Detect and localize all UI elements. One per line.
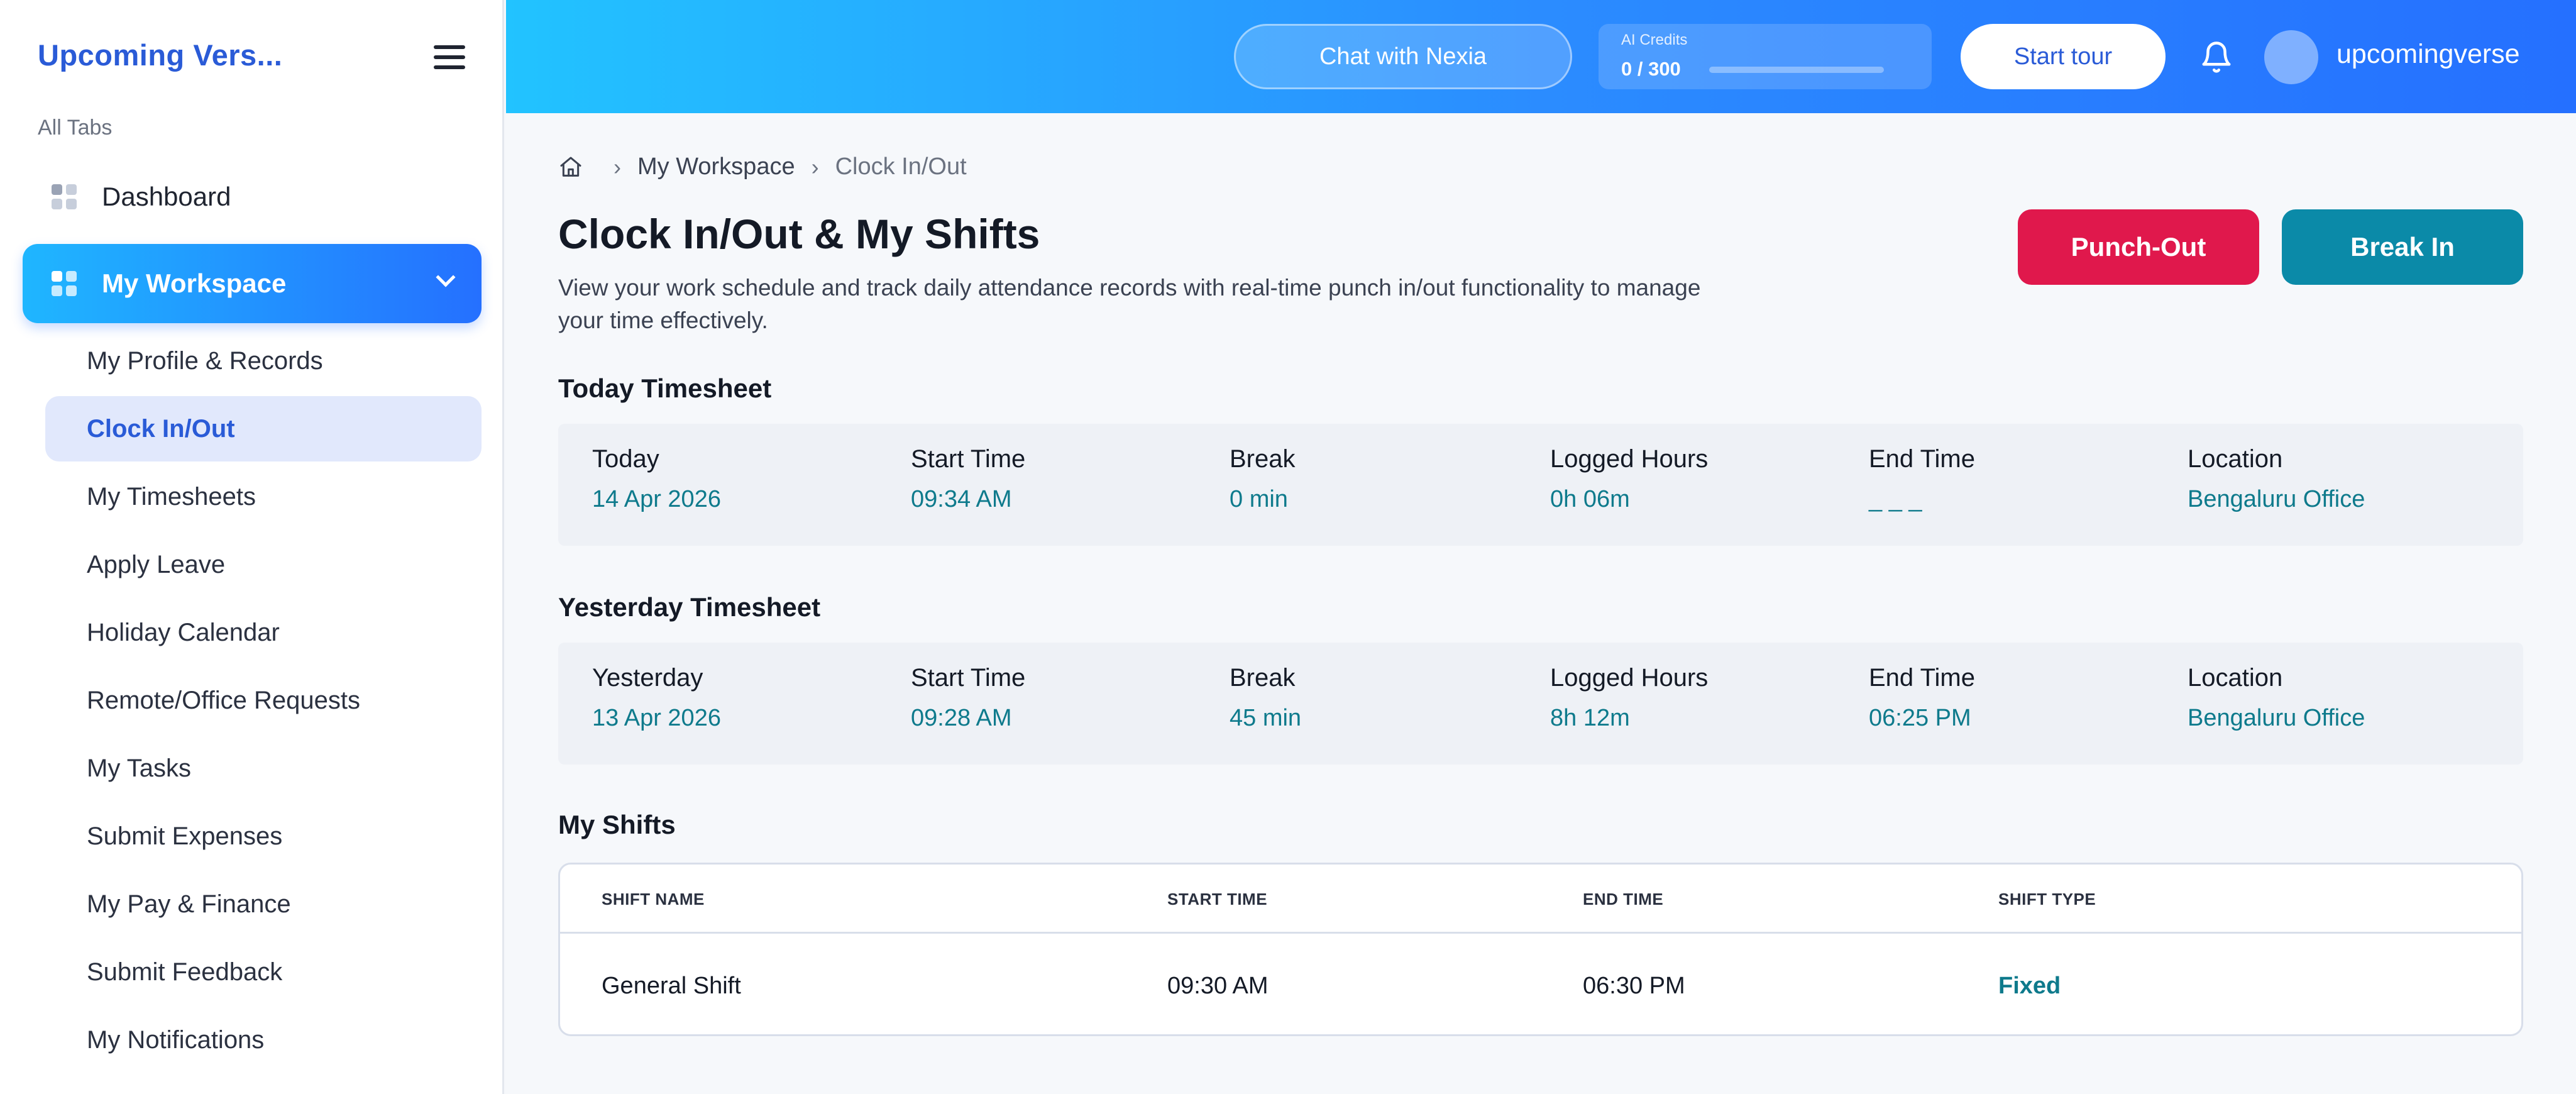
ts-value: _ _ _ (1869, 486, 1922, 512)
breadcrumb: › My Workspace › Clock In/Out (558, 153, 967, 180)
ts-column: Logged Hours 0h 06m (1550, 445, 1708, 513)
bell-icon[interactable] (2199, 40, 2233, 74)
chat-with-nexia-button[interactable]: Chat with Nexia (1234, 24, 1572, 89)
ts-value: 0 min (1230, 486, 1288, 512)
my-shifts-title: My Shifts (558, 810, 676, 839)
sidebar: Upcoming Vers... All Tabs Dashboard My W… (0, 0, 504, 1094)
punch-out-button[interactable]: Punch-Out (2018, 209, 2259, 285)
ts-label: Start Time (911, 445, 1026, 473)
ai-credits-widget: AI Credits 0 / 300 (1599, 24, 1932, 89)
ts-value: 13 Apr 2026 (592, 705, 721, 731)
sidebar-item-label: My Workspace (102, 268, 287, 298)
yesterday-timesheet-title: Yesterday Timesheet (558, 592, 821, 622)
chevron-right-icon: › (614, 153, 621, 180)
yesterday-timesheet-card: Yesterday 13 Apr 2026 Start Time 09:28 A… (558, 643, 2523, 765)
ts-label: Yesterday (592, 664, 703, 692)
ts-value: 06:25 PM (1869, 705, 1971, 731)
column-header-end-time: END TIME (1583, 890, 1664, 909)
ts-column: Yesterday 13 Apr 2026 (592, 664, 721, 732)
sidebar-item-label: Dashboard (102, 182, 231, 211)
sidebar-item-clock-in-out[interactable]: Clock In/Out (45, 396, 482, 461)
sidebar-item-my-timesheets[interactable]: My Timesheets (45, 464, 482, 529)
chevron-right-icon: › (811, 153, 819, 180)
ts-value: Bengaluru Office (2188, 705, 2365, 731)
sidebar-item-remote-office-requests[interactable]: Remote/Office Requests (45, 668, 482, 733)
cell-shift-type: Fixed (1998, 973, 2061, 999)
ts-value: Bengaluru Office (2188, 486, 2365, 512)
ts-label: Today (592, 445, 659, 473)
ts-label: End Time (1869, 664, 1975, 692)
ai-credits-label: AI Credits (1621, 31, 1688, 48)
today-timesheet-card: Today 14 Apr 2026 Start Time 09:34 AM Br… (558, 424, 2523, 546)
breadcrumb-my-workspace[interactable]: My Workspace (637, 153, 795, 180)
ts-label: Logged Hours (1550, 664, 1709, 692)
table-row[interactable]: General Shift 09:30 AM 06:30 PM Fixed (560, 934, 2521, 1034)
menu-toggle-icon[interactable] (434, 45, 465, 69)
avatar[interactable] (2264, 30, 2318, 84)
sidebar-item-apply-leave[interactable]: Apply Leave (45, 532, 482, 597)
start-tour-button[interactable]: Start tour (1961, 24, 2166, 89)
top-bar: Chat with Nexia AI Credits 0 / 300 Start… (506, 0, 2576, 113)
column-header-shift-type: SHIFT TYPE (1998, 890, 2096, 909)
cell-start-time: 09:30 AM (1167, 973, 1269, 999)
brand-title[interactable]: Upcoming Vers... (38, 38, 282, 72)
ts-label: Location (2188, 445, 2283, 473)
ts-column: Start Time 09:34 AM (911, 445, 1025, 513)
ts-column: Logged Hours 8h 12m (1550, 664, 1708, 732)
page-description: View your work schedule and track daily … (558, 275, 1701, 333)
ts-column: Location Bengaluru Office (2188, 664, 2365, 732)
ts-value: 45 min (1230, 705, 1302, 731)
ts-column: Today 14 Apr 2026 (592, 445, 721, 513)
sidebar-item-my-profile-records[interactable]: My Profile & Records (45, 328, 482, 394)
section-label-all-tabs: All Tabs (38, 116, 113, 140)
sidebar-item-my-workspace[interactable]: My Workspace (23, 244, 482, 323)
sidebar-item-holiday-calendar[interactable]: Holiday Calendar (45, 600, 482, 665)
ai-credits-value: 0 / 300 (1621, 58, 1681, 80)
sidebar-item-my-notifications[interactable]: My Notifications (45, 1007, 482, 1073)
dashboard-icon (52, 184, 77, 209)
shifts-table: SHIFT NAME START TIME END TIME SHIFT TYP… (558, 863, 2523, 1036)
ts-value: 09:34 AM (911, 486, 1012, 512)
ts-value: 14 Apr 2026 (592, 486, 721, 512)
ts-column: Break 0 min (1230, 445, 1296, 513)
chevron-down-icon (436, 267, 456, 287)
workspace-icon (52, 271, 77, 296)
ts-column: Location Bengaluru Office (2188, 445, 2365, 513)
sidebar-item-my-tasks[interactable]: My Tasks (45, 736, 482, 801)
page-title: Clock In/Out & My Shifts (558, 211, 1040, 257)
ai-credits-progress-bar (1709, 67, 1884, 73)
ts-label: Location (2188, 664, 2283, 692)
ts-value: 09:28 AM (911, 705, 1012, 731)
sidebar-item-submit-expenses[interactable]: Submit Expenses (45, 804, 482, 869)
ts-column: End Time 06:25 PM (1869, 664, 1975, 732)
breadcrumb-current: Clock In/Out (835, 153, 967, 180)
cell-end-time: 06:30 PM (1583, 973, 1685, 999)
username[interactable]: upcomingverse (2337, 39, 2520, 70)
ts-column: End Time _ _ _ (1869, 445, 1975, 513)
home-icon[interactable] (558, 155, 583, 180)
sidebar-item-submit-feedback[interactable]: Submit Feedback (45, 939, 482, 1005)
ts-label: Start Time (911, 664, 1026, 692)
ts-label: Break (1230, 664, 1296, 692)
cell-shift-name: General Shift (602, 973, 741, 999)
ts-column: Start Time 09:28 AM (911, 664, 1025, 732)
column-header-start-time: START TIME (1167, 890, 1268, 909)
break-in-button[interactable]: Break In (2282, 209, 2523, 285)
today-timesheet-title: Today Timesheet (558, 373, 772, 403)
sidebar-item-dashboard[interactable]: Dashboard (23, 159, 482, 235)
table-header: SHIFT NAME START TIME END TIME SHIFT TYP… (560, 865, 2521, 934)
ts-label: End Time (1869, 445, 1975, 473)
ts-value: 0h 06m (1550, 486, 1630, 512)
ts-value: 8h 12m (1550, 705, 1630, 731)
ts-label: Logged Hours (1550, 445, 1709, 473)
ts-label: Break (1230, 445, 1296, 473)
column-header-shift-name: SHIFT NAME (602, 890, 705, 909)
sidebar-item-my-pay-finance[interactable]: My Pay & Finance (45, 871, 482, 937)
ts-column: Break 45 min (1230, 664, 1301, 732)
